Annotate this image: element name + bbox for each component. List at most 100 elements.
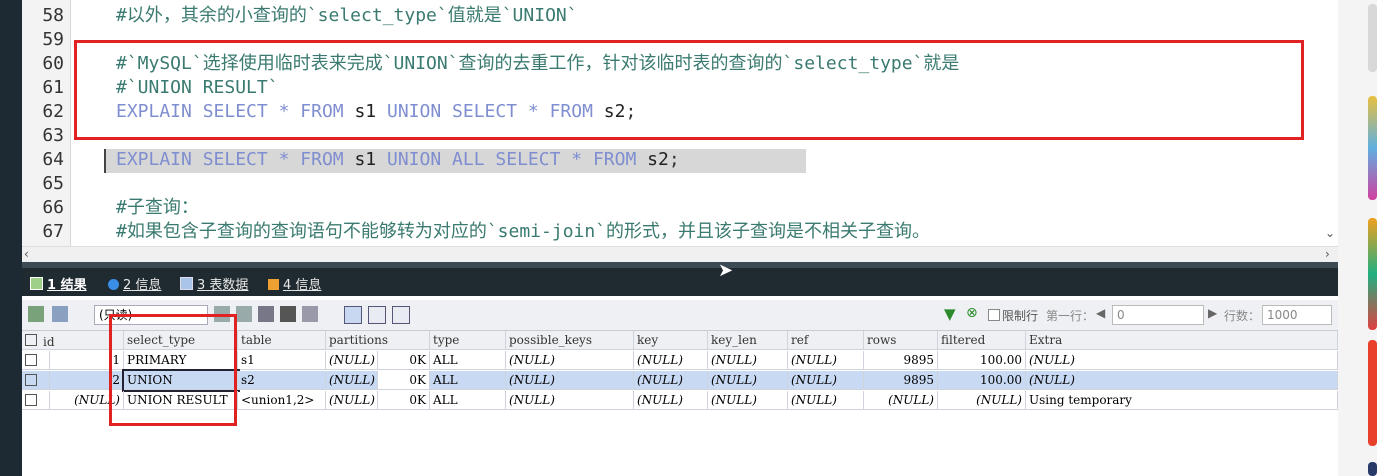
cell-Extra[interactable]: Using temporary bbox=[1026, 391, 1338, 410]
sql-token: UNION bbox=[387, 101, 442, 122]
code-line: EXPLAIN SELECT * FROM s1 UNION ALL SELEC… bbox=[116, 148, 680, 172]
result-grid[interactable]: id select_type table partitions type possible… bbox=[22, 314, 1338, 476]
save-icon[interactable] bbox=[258, 306, 274, 322]
sql-token: s1 bbox=[354, 101, 377, 122]
column-header[interactable]: table bbox=[238, 331, 326, 350]
column-header[interactable]: ref bbox=[788, 331, 864, 350]
row-checkbox-cell[interactable] bbox=[22, 351, 50, 370]
cell-ref[interactable]: (NULL) bbox=[788, 351, 864, 370]
form-view-icon[interactable] bbox=[52, 306, 68, 322]
scroll-down-icon[interactable]: ⌄ bbox=[1325, 226, 1335, 240]
cell-ref[interactable]: (NULL) bbox=[788, 391, 864, 410]
result-tabs: 1 结果 2 信息 3 表数据 4 信息 ➤ bbox=[22, 260, 1338, 296]
row-checkbox-cell[interactable] bbox=[22, 391, 50, 410]
sql-token: FROM bbox=[300, 101, 344, 122]
row-checkbox[interactable] bbox=[25, 394, 37, 406]
tab-info[interactable]: 2 信息 bbox=[108, 274, 161, 293]
cell-possible-keys[interactable]: (NULL) bbox=[506, 371, 634, 390]
scroll-left-icon[interactable]: ‹ bbox=[24, 247, 29, 261]
column-header[interactable]: filtered bbox=[938, 331, 1026, 350]
scroll-right-icon[interactable]: › bbox=[1325, 247, 1330, 261]
line-number: 58 bbox=[42, 5, 64, 26]
cell-filtered[interactable]: 100.00 bbox=[938, 351, 1026, 370]
row-checkbox[interactable] bbox=[25, 374, 37, 386]
sql-token: EXPLAIN bbox=[116, 101, 192, 122]
cell-filtered[interactable]: (NULL) bbox=[938, 391, 1026, 410]
cell-Extra[interactable]: (NULL) bbox=[1026, 351, 1338, 370]
cell-possible-keys[interactable]: (NULL) bbox=[506, 351, 634, 370]
tab-label: 结果 bbox=[60, 278, 87, 293]
column-header[interactable]: rows bbox=[864, 331, 938, 350]
refresh-icon[interactable] bbox=[302, 306, 318, 322]
table-icon bbox=[180, 277, 193, 290]
cell-Extra[interactable]: (NULL) bbox=[1026, 371, 1338, 390]
cell-key[interactable]: (NULL) bbox=[634, 351, 708, 370]
sql-token: * bbox=[278, 101, 290, 122]
grid-icon bbox=[30, 277, 43, 290]
duplicate-row-icon[interactable] bbox=[236, 306, 252, 322]
line-number: 61 bbox=[42, 77, 64, 98]
cell-rows[interactable]: 9895 bbox=[864, 371, 938, 390]
column-header[interactable]: possible_keys bbox=[506, 331, 634, 350]
cell-partitions[interactable]: (NULL) bbox=[326, 371, 378, 390]
row-count-input[interactable]: 1000 bbox=[1262, 305, 1332, 325]
sql-token: UNION bbox=[387, 149, 442, 170]
left-panel-strip bbox=[0, 0, 22, 476]
row-checkbox[interactable] bbox=[25, 354, 37, 366]
form-layout-icon[interactable] bbox=[392, 306, 410, 324]
tab-results[interactable]: 1 结果 bbox=[30, 274, 87, 293]
cell-type[interactable]: ALL bbox=[430, 391, 506, 410]
line-number: 65 bbox=[42, 173, 64, 194]
cell-key[interactable]: (NULL) bbox=[634, 391, 708, 410]
column-header[interactable]: partitions bbox=[326, 331, 430, 350]
code-line: EXPLAIN SELECT * FROM s1 UNION SELECT * … bbox=[116, 100, 636, 124]
line-number: 63 bbox=[42, 125, 64, 146]
tab-info-2[interactable]: 4 信息 bbox=[268, 274, 321, 293]
cell-type[interactable]: ALL bbox=[430, 371, 506, 390]
cell-partitions[interactable]: (NULL) bbox=[326, 351, 378, 370]
cell-table[interactable]: s1 bbox=[238, 351, 326, 370]
cell-ok[interactable]: 0K bbox=[378, 371, 430, 390]
grid-view-icon[interactable] bbox=[28, 306, 44, 322]
select-all-checkbox[interactable] bbox=[25, 334, 37, 346]
column-header[interactable]: Extra bbox=[1026, 331, 1338, 350]
cell-rows[interactable]: 9895 bbox=[864, 351, 938, 370]
sql-token: s1 bbox=[354, 149, 377, 170]
cell-possible-keys[interactable]: (NULL) bbox=[506, 391, 634, 410]
limit-rows-checkbox[interactable] bbox=[988, 309, 1000, 321]
cell-key-len[interactable]: (NULL) bbox=[708, 351, 788, 370]
cell-partitions[interactable]: (NULL) bbox=[326, 391, 378, 410]
tab-table-data[interactable]: 3 表数据 bbox=[180, 274, 248, 293]
editor-horizontal-scrollbar[interactable]: ‹ › bbox=[22, 246, 1338, 263]
column-header[interactable]: key bbox=[634, 331, 708, 350]
delete-icon[interactable] bbox=[280, 306, 296, 322]
text-layout-icon[interactable] bbox=[368, 306, 386, 324]
cell-table[interactable]: <union1,2> bbox=[238, 391, 326, 410]
line-number: 67 bbox=[42, 221, 64, 242]
cell-table[interactable]: s2 bbox=[238, 371, 326, 390]
cell-ref[interactable]: (NULL) bbox=[788, 371, 864, 390]
cell-ok[interactable]: 0K bbox=[378, 391, 430, 410]
sidebar-thumb bbox=[1368, 462, 1377, 476]
sql-token: * bbox=[571, 149, 583, 170]
filter-icon[interactable]: ▼ bbox=[944, 305, 956, 323]
line-number: 66 bbox=[42, 197, 64, 218]
cell-ok[interactable]: 0K bbox=[378, 351, 430, 370]
cell-key-len[interactable]: (NULL) bbox=[708, 391, 788, 410]
clear-filter-icon[interactable]: ⊗ bbox=[966, 305, 978, 321]
first-row-input[interactable]: 0 bbox=[1112, 305, 1204, 325]
column-header[interactable]: key_len bbox=[708, 331, 788, 350]
cell-filtered[interactable]: 100.00 bbox=[938, 371, 1026, 390]
column-header[interactable]: type bbox=[430, 331, 506, 350]
cell-rows[interactable]: (NULL) bbox=[864, 391, 938, 410]
cell-type[interactable]: ALL bbox=[430, 351, 506, 370]
cell-key[interactable]: (NULL) bbox=[634, 371, 708, 390]
sql-editor[interactable]: ⌄ 58 #以外，其余的小查询的`select_type`值就是`UNION` 59… bbox=[22, 0, 1338, 246]
prev-page-icon[interactable]: ◀ bbox=[1096, 306, 1105, 320]
grid-layout-icon[interactable] bbox=[344, 306, 362, 324]
row-checkbox-cell[interactable] bbox=[22, 371, 50, 390]
mouse-cursor-icon: ➤ bbox=[718, 260, 734, 281]
sql-token: FROM bbox=[592, 149, 637, 170]
next-page-icon[interactable]: ▶ bbox=[1208, 306, 1217, 320]
cell-key-len[interactable]: (NULL) bbox=[708, 371, 788, 390]
